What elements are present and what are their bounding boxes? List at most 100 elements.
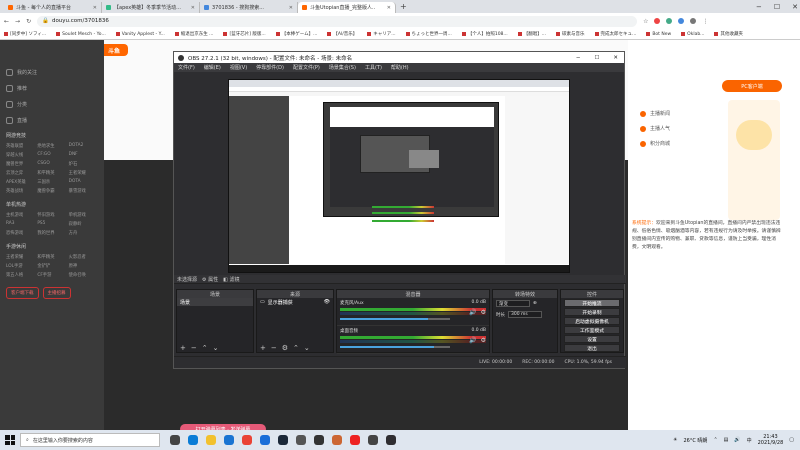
taskbar-app-obs[interactable] [382, 430, 400, 450]
bookmark-item[interactable]: 【Al/音乐】 [327, 31, 357, 37]
volume-slider[interactable] [340, 318, 450, 320]
sidebar-item[interactable]: 推荐 [0, 80, 104, 96]
bookmark-item[interactable]: 【翻唱】... [517, 31, 546, 37]
url-field[interactable]: 🔒 douyu.com/3701836 [37, 15, 638, 27]
taskbar-app-steam[interactable] [274, 430, 292, 450]
taskbar-app-store[interactable] [220, 430, 238, 450]
sidebar-item[interactable]: 我的关注 [0, 64, 104, 80]
sidebar-category-link[interactable]: DOTA2 [69, 143, 98, 149]
bookmark-item[interactable]: キャリア... [367, 31, 396, 37]
bookmark-item[interactable]: 碳素与音乐 [556, 31, 585, 37]
obs-control-button[interactable]: 工作室模式 [564, 326, 620, 334]
sidebar-category-link[interactable]: 恐怖游戏 [6, 230, 35, 236]
sidebar-category-link[interactable]: 怀旧游戏 [37, 212, 66, 218]
transition-select[interactable]: 渐变 [496, 300, 530, 307]
obs-menu-item[interactable]: 文件(F) [178, 64, 195, 71]
start-button[interactable] [0, 430, 20, 450]
sidebar-item[interactable]: 直播 [0, 112, 104, 128]
obs-menu-item[interactable]: 场景集合(S) [329, 64, 356, 71]
remove-icon[interactable]: − [271, 344, 277, 352]
bookmark-item[interactable]: 【本棒ゲーム】... [275, 31, 317, 37]
reload-icon[interactable]: ↻ [26, 18, 31, 25]
obs-preview-canvas[interactable] [228, 79, 570, 273]
sidebar-category-link[interactable]: 我的世界 [37, 230, 66, 236]
obs-control-button[interactable]: 开始推流 [564, 299, 620, 307]
sidebar-category-link[interactable]: DOTA [69, 179, 98, 185]
obs-control-button[interactable]: 开始录制 [564, 308, 620, 316]
sidebar-category-link[interactable]: RA3 [6, 221, 35, 227]
bookmark-item[interactable]: [同步中] ソフィ... [4, 31, 46, 37]
sidebar-category-link[interactable]: CF:GO [37, 152, 66, 158]
taskbar-app-chrome[interactable] [238, 430, 256, 450]
obs-maximize-button[interactable]: ☐ [594, 55, 599, 61]
profile-avatar[interactable] [690, 18, 697, 24]
browser-tab[interactable]: 3701836 - 搜狗搜索... ✕ [200, 2, 298, 13]
speaker-icon[interactable]: 🔊 [469, 309, 476, 316]
taskbar-app-pinned-4[interactable] [346, 430, 364, 450]
right-panel-row[interactable]: 主播新闻 [640, 110, 670, 117]
obs-menu-item[interactable]: 视图(V) [230, 64, 247, 71]
tray-chevron-icon[interactable]: ⌃ [713, 437, 717, 443]
extension-icon[interactable] [666, 18, 673, 24]
taskbar-search[interactable]: ⌕ 在这里输入你要搜索的内容 [20, 433, 160, 447]
gear-icon[interactable]: ⚙ [282, 344, 288, 352]
bookmark-item[interactable]: 缩退出京东生 ... [174, 31, 213, 37]
bookmark-item[interactable]: Oklab... [681, 32, 704, 37]
sidebar-category-link[interactable]: 绝地求生 [37, 143, 66, 149]
tab-close-icon[interactable]: ✕ [387, 5, 391, 11]
forward-icon[interactable]: → [15, 18, 20, 25]
sidebar-category-link[interactable]: 穿越火线 [6, 152, 35, 158]
menu-icon[interactable]: ⋮ [702, 18, 708, 25]
obs-control-button[interactable]: 启动虚拟摄像机 [564, 317, 620, 325]
browser-tab[interactable]: 斗鱼Utopian直播_完整版人.. ✕ [298, 2, 396, 13]
sidebar-category-link[interactable]: 暴雪游戏 [69, 188, 98, 194]
sidebar-category-link[interactable]: 和平精英 [37, 254, 66, 260]
bookmark-item[interactable]: Vanity Applest - Y... [115, 32, 165, 37]
right-panel-row[interactable]: 主播人气 [640, 125, 670, 132]
ime-icon[interactable]: 中 [747, 437, 752, 444]
sidebar-category-link[interactable]: 英雄联盟 [6, 143, 35, 149]
network-icon[interactable]: ▤ [724, 437, 729, 443]
sidebar-category-link[interactable]: APEX英雄 [6, 179, 35, 185]
sidebar-category-link[interactable]: CSGO [37, 161, 66, 167]
obs-menu-item[interactable]: 编辑(E) [204, 64, 221, 71]
volume-icon[interactable]: 🔊 [734, 437, 740, 443]
taskbar-app-task-view[interactable] [166, 430, 184, 450]
sidebar-category-link[interactable]: PS5 [37, 221, 66, 227]
add-icon[interactable]: + [260, 344, 266, 352]
sidebar-category-link[interactable]: 魔兽世界 [6, 161, 35, 167]
sidebar-category-link[interactable]: 使命召唤 [69, 272, 98, 278]
right-panel-row[interactable]: 积分商城 [640, 140, 670, 147]
properties-button[interactable]: ⚙ 属性 [202, 276, 218, 283]
browser-tab[interactable]: 【apex英雄】冬季季节活动... ✕ [102, 2, 200, 13]
sidebar-category-link[interactable]: CF手游 [37, 272, 66, 278]
scene-item[interactable]: 场景 [177, 298, 253, 306]
up-icon[interactable]: ⌃ [202, 344, 208, 352]
sidebar-category-link[interactable]: 金铲铲 [37, 263, 66, 269]
bookmark-item[interactable]: 【个人】拍照108... [461, 31, 508, 37]
sidebar-category-link[interactable]: 王者荣耀 [69, 170, 98, 176]
new-tab-button[interactable]: + [400, 2, 407, 11]
obs-menu-item[interactable]: 帮助(H) [391, 64, 409, 71]
star-icon[interactable]: ☆ [643, 18, 648, 25]
extension-icon[interactable] [654, 18, 661, 24]
add-transition-icon[interactable]: ⊕ [533, 301, 537, 306]
sidebar-bottom-button[interactable]: 客户端下载 [6, 287, 39, 299]
obs-menu-item[interactable]: 配置文件(P) [293, 64, 320, 71]
visibility-eye-icon[interactable]: 👁 [324, 299, 333, 305]
gear-icon[interactable]: ⚙ [481, 337, 486, 344]
bookmark-item[interactable]: Bot New [646, 32, 671, 37]
taskbar-app-pinned-3[interactable] [328, 430, 346, 450]
douyu-logo[interactable]: 斗鱼 [100, 44, 128, 56]
bookmark-item[interactable]: [蓝牙芯片] 版版... [223, 31, 266, 37]
sidebar-category-link[interactable]: 火影忍者 [69, 254, 98, 260]
sidebar-item[interactable]: 分类 [0, 96, 104, 112]
bookmark-item[interactable]: ちょっと世界一周... [405, 31, 452, 37]
sidebar-category-link[interactable]: 原神 [69, 263, 98, 269]
sidebar-category-link[interactable]: 炉石 [69, 161, 98, 167]
notification-icon[interactable]: ▢ [789, 437, 794, 443]
maximize-button[interactable]: ☐ [774, 3, 780, 11]
remove-icon[interactable]: − [191, 344, 197, 352]
sidebar-bottom-button[interactable]: 主播招募 [42, 287, 71, 299]
promo-banner[interactable] [728, 100, 780, 220]
